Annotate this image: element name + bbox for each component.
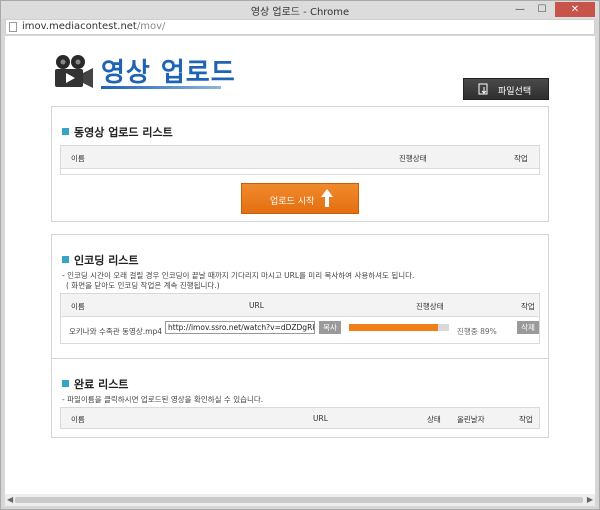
table-row: 오키나와 수족관 동영상.mp4 http://imov.ssro.net/wa… <box>61 317 539 343</box>
encoding-panel-title: 인코딩 리스트 <box>62 252 139 268</box>
page-title: 영상 업로드 <box>101 58 236 88</box>
progress-fill <box>349 324 438 331</box>
column-url: URL <box>313 414 328 423</box>
bullet-square-icon <box>62 380 69 387</box>
url-field[interactable]: http://imov.ssro.net/watch?v=dDZDgRkbTnv <box>165 321 315 334</box>
encoding-table: 이름 URL 진행상태 작업 오키나와 수족관 동영상.mp4 http://i… <box>60 293 540 344</box>
title-underline <box>101 86 221 89</box>
column-status: 상태 <box>427 415 441 424</box>
file-download-icon <box>478 83 488 95</box>
column-date: 올린날자 <box>457 415 485 424</box>
column-name: 이름 <box>71 302 85 311</box>
column-name: 이름 <box>71 154 85 163</box>
upload-start-button[interactable]: 업로드 시작 <box>241 183 359 214</box>
upload-table: 이름 진행상태 작업 <box>60 145 540 175</box>
encoding-desc-2: ( 화면을 닫아도 인코딩 작업은 계속 진행됩니다.) <box>66 281 220 290</box>
column-action: 작업 <box>514 154 528 163</box>
encoding-table-header: 이름 URL 진행상태 작업 <box>61 294 539 317</box>
done-table: 이름 URL 상태 올린날자 작업 <box>60 407 540 429</box>
copy-button[interactable]: 복사 <box>319 321 341 334</box>
column-name: 이름 <box>71 415 85 424</box>
address-host: imov.mediacontest.net <box>22 21 137 32</box>
browser-window: 영상 업로드 - Chrome — ☐ ✕ imov.mediacontest.… <box>0 0 600 510</box>
column-action: 작업 <box>521 302 535 311</box>
scroll-thumb[interactable] <box>15 497 583 503</box>
horizontal-scrollbar[interactable]: ◀ ▶ <box>5 494 595 506</box>
column-action: 작업 <box>519 415 533 424</box>
maximize-button[interactable]: ☐ <box>531 2 553 17</box>
arrow-up-icon <box>321 189 333 207</box>
done-table-header: 이름 URL 상태 올린날자 작업 <box>61 408 539 428</box>
done-panel-title: 완료 리스트 <box>62 376 128 392</box>
bullet-square-icon <box>62 128 69 135</box>
bullet-square-icon <box>62 256 69 263</box>
upload-panel: 동영상 업로드 리스트 이름 진행상태 작업 업로드 시작 <box>51 106 549 222</box>
scroll-right-icon[interactable]: ▶ <box>587 495 593 504</box>
title-bar: 영상 업로드 - Chrome — ☐ ✕ <box>1 1 599 19</box>
page-content: 영상 업로드 파일선택 동영상 업로드 리스트 이름 진행상태 작업 업로드 시… <box>5 36 595 494</box>
close-button[interactable]: ✕ <box>555 2 595 17</box>
encoding-panel: 인코딩 리스트 - 인코딩 시간이 오래 걸릴 경우 인코딩이 끝날 때까지 기… <box>51 234 549 376</box>
address-path: /mov/ <box>136 21 166 32</box>
column-url: URL <box>249 301 264 310</box>
column-status: 진행상태 <box>399 154 427 163</box>
encoding-file-name[interactable]: 오키나와 수족관 동영상.mp4 <box>69 326 162 337</box>
delete-button[interactable]: 삭제 <box>517 321 539 334</box>
minimize-button[interactable]: — <box>509 2 531 17</box>
column-status: 진행상태 <box>416 302 444 311</box>
file-select-label: 파일선택 <box>498 87 532 97</box>
address-bar[interactable]: imov.mediacontest.net/mov/ <box>5 19 595 35</box>
address-url[interactable]: imov.mediacontest.net/mov/ <box>22 21 165 32</box>
done-panel: 완료 리스트 - 파일이름을 클릭하시면 업로드된 영상을 확인하실 수 있습니… <box>51 358 549 438</box>
upload-start-label: 업로드 시작 <box>270 197 315 207</box>
scroll-left-icon[interactable]: ◀ <box>7 495 13 504</box>
upload-panel-title: 동영상 업로드 리스트 <box>62 124 173 140</box>
film-camera-icon <box>55 55 93 88</box>
upload-table-header: 이름 진행상태 작업 <box>61 146 539 169</box>
page-icon <box>9 22 17 32</box>
progress-text: 진행중 89% <box>457 327 497 336</box>
progress-bar <box>349 324 449 331</box>
done-desc: - 파일이름을 클릭하시면 업로드된 영상을 확인하실 수 있습니다. <box>62 395 264 404</box>
file-select-button[interactable]: 파일선택 <box>463 78 549 100</box>
